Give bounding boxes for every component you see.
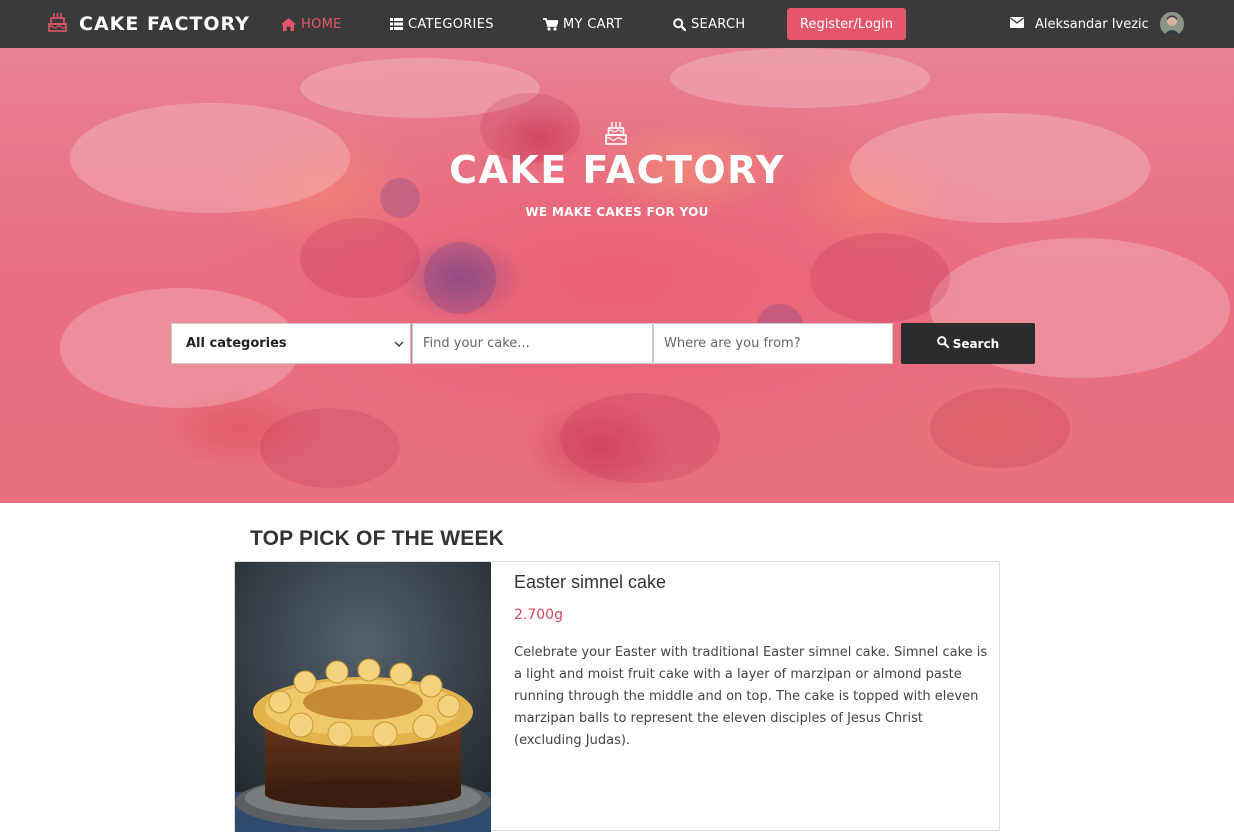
envelope-icon[interactable]	[1010, 16, 1024, 32]
nav-home[interactable]: HOME	[281, 0, 342, 48]
cake-weight: 2.700g	[514, 607, 563, 623]
cake-icon	[48, 12, 67, 36]
cake-name[interactable]: Easter simnel cake	[514, 572, 666, 593]
search-icon	[936, 336, 949, 351]
list-icon	[390, 18, 403, 30]
nav-cart-label: MY CART	[563, 16, 623, 32]
hero-cake-icon	[605, 121, 627, 149]
search-icon	[673, 17, 686, 31]
avatar[interactable]	[1159, 12, 1184, 36]
brand-link[interactable]: CAKE FACTORY	[48, 0, 250, 48]
hero-banner: CAKE FACTORY WE MAKE CAKES FOR YOU All c…	[0, 48, 1234, 503]
find-cake-input[interactable]	[412, 323, 653, 364]
nav-search-label: SEARCH	[691, 16, 746, 32]
user-name: Aleksandar Ivezic	[1035, 16, 1149, 32]
cake-image[interactable]	[235, 562, 491, 832]
nav-search[interactable]: SEARCH	[673, 0, 745, 48]
section-title: TOP PICK OF THE WEEK	[250, 527, 505, 550]
hero-title: CAKE FACTORY	[449, 148, 785, 192]
nav-home-label: HOME	[301, 16, 342, 32]
cake-description: Celebrate your Easter with traditional E…	[514, 645, 988, 748]
chevron-down-icon	[394, 338, 404, 353]
hero-subtitle: WE MAKE CAKES FOR YOU	[525, 205, 709, 219]
user-menu[interactable]: Aleksandar Ivezic	[1010, 0, 1184, 48]
hero-background-image	[60, 48, 1230, 488]
nav-categories[interactable]: CATEGORIES	[390, 0, 494, 48]
category-select-value: All categories	[186, 336, 287, 351]
nav-my-cart[interactable]: MY CART	[543, 0, 622, 48]
home-icon	[281, 17, 296, 31]
nav-categories-label: CATEGORIES	[408, 16, 494, 32]
search-button-label: Search	[952, 336, 1000, 351]
category-select[interactable]: All categories	[171, 323, 411, 364]
search-button[interactable]: Search	[901, 323, 1035, 364]
top-navbar: CAKE FACTORY HOME CATEGORIES MY CART SEA…	[0, 0, 1234, 48]
location-input[interactable]	[653, 323, 893, 364]
register-login-button[interactable]: Register/Login	[787, 8, 906, 40]
cart-icon	[543, 17, 558, 31]
brand-name: CAKE FACTORY	[79, 13, 250, 35]
top-pick-card[interactable]: Easter simnel cake 2.700g Celebrate your…	[234, 561, 1000, 832]
